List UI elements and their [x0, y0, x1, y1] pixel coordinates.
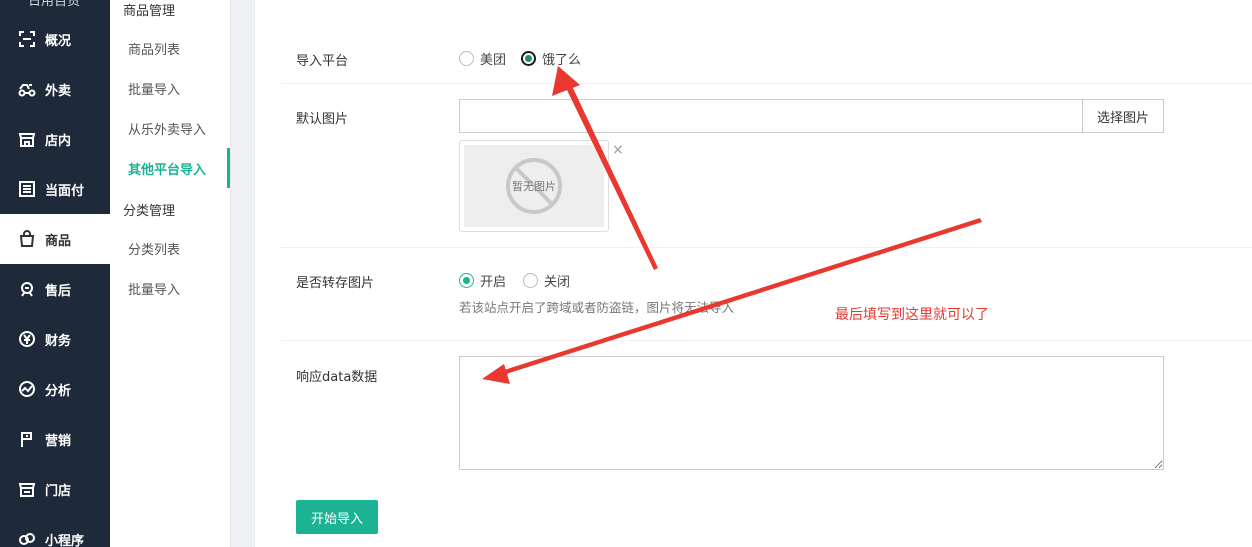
sidebar-item-marketing[interactable]: 营销: [0, 414, 110, 464]
sidebar-item-label: 店内: [45, 133, 72, 149]
transfer-images-label: 是否转存图片: [296, 276, 375, 291]
sidebar-item-label: 门店: [45, 483, 72, 499]
sidebar-item-label: 外卖: [45, 83, 72, 99]
radio-label: 美团: [480, 53, 507, 68]
default-image-label: 默认图片: [296, 112, 349, 127]
mini-program-icon: [18, 530, 36, 547]
image-preview: 暂无图片: [459, 140, 609, 232]
sub-sidebar: 商品管理 商品列表 批量导入 从乐外卖导入 其他平台导入 分类管理 分类列表 批…: [110, 0, 230, 547]
delivery-icon: [18, 80, 36, 98]
radio-meituan[interactable]: 美团: [459, 49, 506, 68]
radio-circle[interactable]: [459, 51, 474, 66]
sidebar-item-finance[interactable]: 财务: [0, 314, 110, 364]
sidebar-item-label: 概况: [45, 33, 72, 49]
default-image-input[interactable]: [459, 99, 1083, 133]
radio-circle[interactable]: [523, 273, 538, 288]
divider: [281, 83, 1252, 84]
main-sidebar: 日用百货 概况 外卖 店内 当面付 商品 售后 财务 分析 营销 门店 小程序: [0, 0, 110, 547]
sidebar-item-delivery[interactable]: 外卖: [0, 64, 110, 114]
sidebar-item-label: 分析: [45, 383, 72, 399]
receipt-icon: [18, 180, 36, 198]
sidebar-item-goods[interactable]: 商品: [0, 214, 110, 264]
divider: [281, 247, 1252, 248]
store-name: 日用百货: [28, 0, 81, 9]
sidebar-item-label: 小程序: [45, 533, 85, 547]
after-sales-icon: [18, 280, 36, 298]
platform-label: 导入平台: [296, 54, 349, 69]
submenu-group-category: 分类管理: [123, 204, 176, 219]
flag-icon: [18, 430, 36, 448]
sidebar-item-label: 当面付: [45, 183, 85, 199]
submenu-item-other-platform-import[interactable]: 其他平台导入: [110, 148, 230, 188]
sidebar-item-analysis[interactable]: 分析: [0, 364, 110, 414]
annotation-text: 最后填写到这里就可以了: [835, 307, 989, 323]
submenu-item-batch-import[interactable]: 批量导入: [110, 68, 230, 108]
radio-label: 开启: [480, 275, 507, 290]
sidebar-item-stores[interactable]: 门店: [0, 464, 110, 514]
image-placeholder: 暂无图片: [464, 145, 604, 227]
submenu-group-goods: 商品管理: [123, 4, 176, 19]
radio-label: 关闭: [544, 275, 571, 290]
import-form: 导入平台 美团 饿了么 默认图片 选择图片 暂无图片 × 是否转存图片 开启 关…: [254, 0, 1252, 547]
no-image-text: 暂无图片: [512, 180, 556, 193]
radio-label: 饿了么: [542, 53, 582, 68]
sidebar-item-overview[interactable]: 概况: [0, 14, 110, 64]
radio-eleme[interactable]: 饿了么: [521, 49, 581, 68]
sidebar-item-label: 售后: [45, 283, 72, 299]
radio-circle-selected[interactable]: [521, 51, 536, 66]
sidebar-item-face-pay[interactable]: 当面付: [0, 164, 110, 214]
submenu-item-category-list[interactable]: 分类列表: [110, 228, 230, 268]
submenu-item-category-batch-import[interactable]: 批量导入: [110, 268, 230, 308]
shopping-bag-icon: [18, 230, 36, 248]
submenu-item-lewaimai-import[interactable]: 从乐外卖导入: [110, 108, 230, 148]
response-data-textarea[interactable]: [459, 356, 1164, 470]
radio-circle-selected[interactable]: [459, 273, 474, 288]
store-icon: [18, 130, 36, 148]
chart-icon: [18, 380, 36, 398]
divider: [281, 340, 1252, 341]
response-data-label: 响应data数据: [296, 370, 378, 385]
sidebar-item-after-sales[interactable]: 售后: [0, 264, 110, 314]
start-import-button[interactable]: 开始导入: [296, 500, 378, 534]
radio-enable[interactable]: 开启: [459, 271, 506, 290]
sidebar-item-instore[interactable]: 店内: [0, 114, 110, 164]
sidebar-item-label: 财务: [45, 333, 72, 349]
radio-disable[interactable]: 关闭: [523, 271, 570, 290]
shop-icon: [18, 480, 36, 498]
choose-image-button[interactable]: 选择图片: [1082, 99, 1164, 133]
sidebar-item-label: 营销: [45, 433, 72, 449]
sidebar-item-mini-program[interactable]: 小程序: [0, 514, 110, 547]
submenu-item-goods-list[interactable]: 商品列表: [110, 28, 230, 68]
yuan-icon: [18, 330, 36, 348]
sidebar-item-label: 商品: [45, 233, 72, 249]
layout-gutter: [230, 0, 254, 547]
remove-image-icon[interactable]: ×: [612, 142, 624, 158]
transfer-images-hint: 若该站点开启了跨域或者防盗链，图片将无法导入: [459, 300, 735, 315]
overview-icon: [18, 30, 36, 48]
